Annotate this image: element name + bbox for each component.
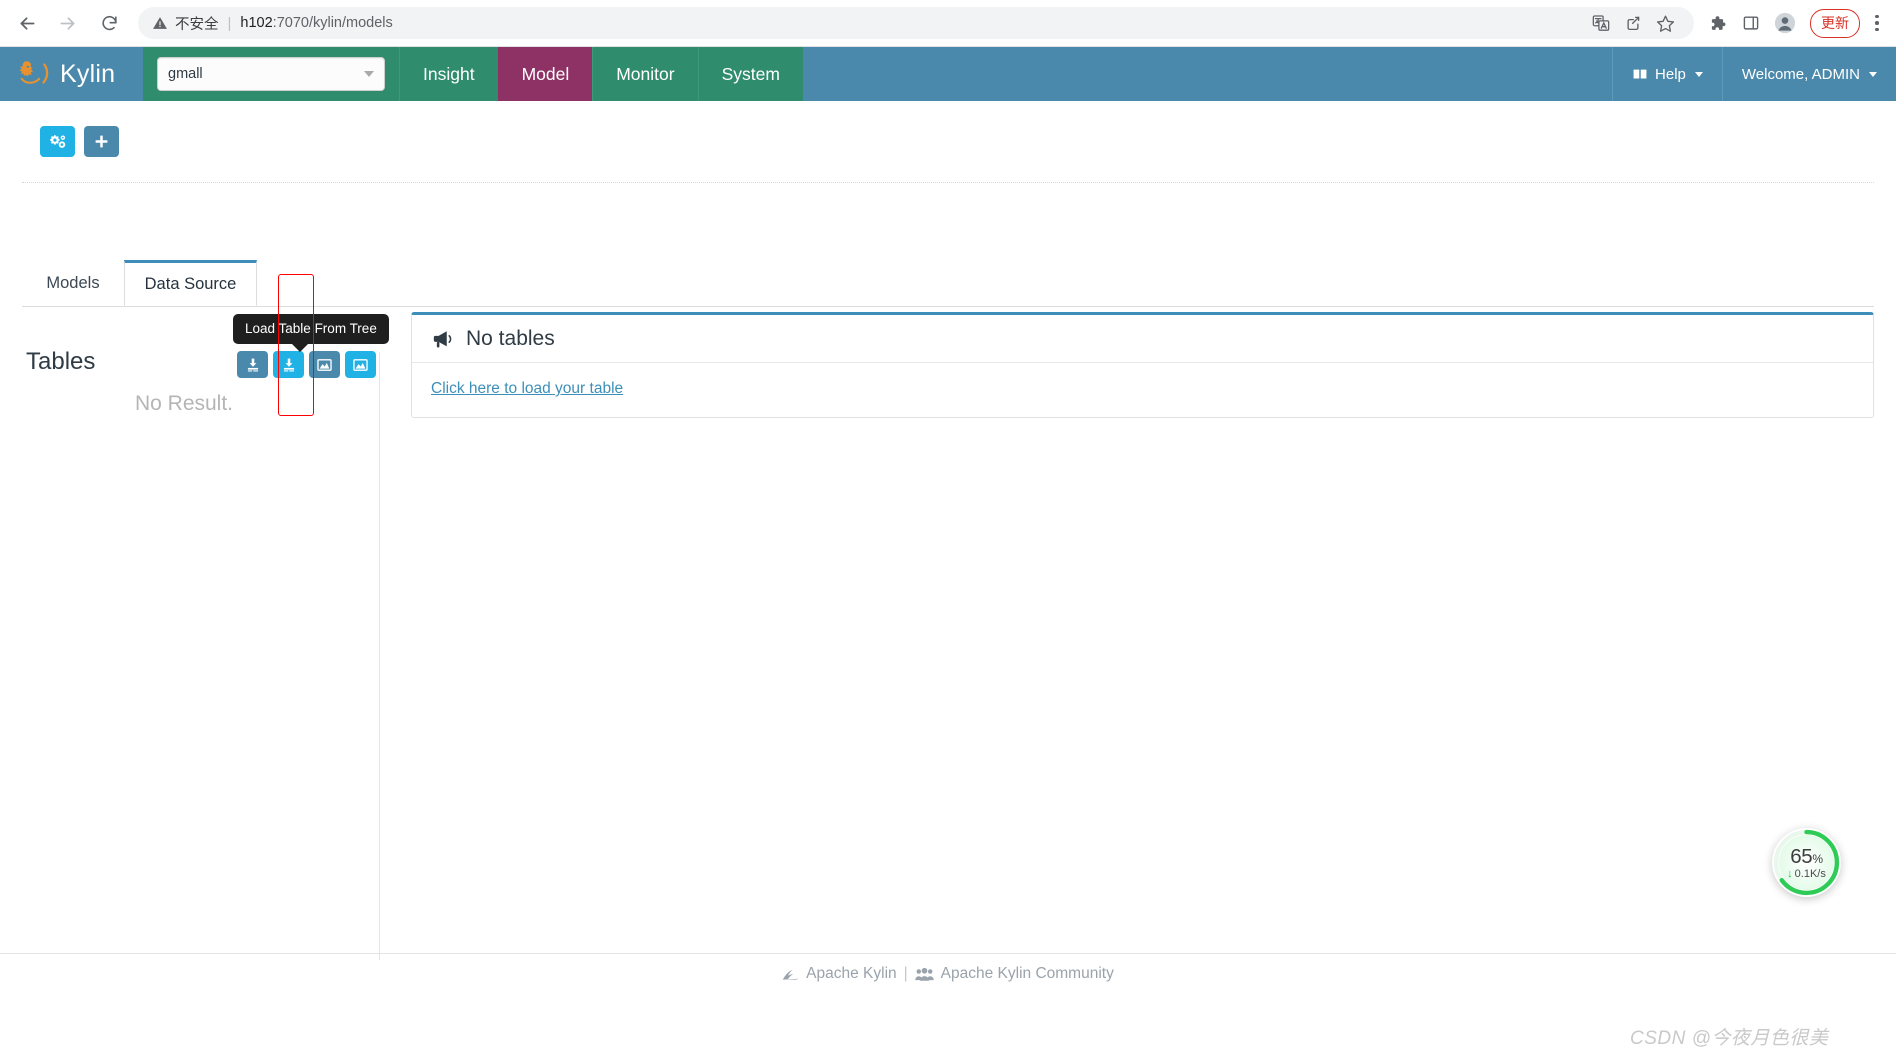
browser-reload-button[interactable]: [92, 6, 126, 40]
percent-sign: %: [1812, 852, 1823, 866]
book-icon: [1632, 68, 1648, 80]
footer-inner: Apache Kylin | Apache Kylin Community: [782, 965, 1114, 983]
load-table-from-source-button[interactable]: [237, 351, 268, 378]
extensions-puzzle-icon[interactable]: [1702, 8, 1732, 38]
project-action-toolbar: [40, 126, 119, 157]
no-tables-title: No tables: [466, 326, 555, 350]
browser-forward-button[interactable]: [50, 6, 84, 40]
cogs-icon: [50, 135, 66, 148]
manage-projects-button[interactable]: [40, 126, 75, 157]
help-label: Help: [1655, 65, 1686, 83]
help-menu[interactable]: Help: [1612, 47, 1722, 101]
content-tabbar: Models Data Source: [22, 260, 1874, 307]
project-select-value: gmall: [168, 66, 203, 82]
nav-tab-model[interactable]: Model: [497, 47, 593, 101]
project-select[interactable]: gmall: [157, 57, 385, 91]
footer-right-label[interactable]: Apache Kylin Community: [941, 965, 1114, 983]
load-streaming-table-button[interactable]: [309, 351, 340, 378]
tables-heading: Tables: [26, 348, 96, 375]
omnibox-actions: [1586, 8, 1680, 38]
load-table-from-tree-button[interactable]: [273, 351, 304, 378]
speed-percent-value: 65: [1790, 845, 1813, 868]
chart-area-icon: [317, 358, 332, 371]
chart-area-icon: [353, 358, 368, 371]
share-icon[interactable]: [1618, 8, 1648, 38]
csdn-watermark: CSDN @今夜月色很美: [1630, 1028, 1829, 1049]
speed-rate: ↓ 0.1K/s: [1787, 868, 1826, 880]
network-speed-widget[interactable]: 65% ↓ 0.1K/s: [1772, 828, 1841, 897]
community-group-icon: [914, 967, 934, 981]
profile-avatar-icon[interactable]: [1770, 8, 1800, 38]
user-menu[interactable]: Welcome, ADMIN: [1721, 47, 1896, 101]
tooltip-arrow: [291, 343, 309, 352]
no-tables-panel-body: Click here to load your table: [412, 363, 1873, 417]
footer-left-label[interactable]: Apache Kylin: [806, 965, 896, 983]
security-status-label: 不安全: [175, 16, 219, 33]
browser-toolbar-right: 更新: [1702, 8, 1896, 38]
tooltip-text: Load Table From Tree: [245, 321, 377, 336]
tab-data-source[interactable]: Data Source: [124, 260, 257, 306]
caret-down-icon: [364, 71, 374, 77]
user-label: Welcome, ADMIN: [1741, 65, 1860, 83]
project-select-wrapper: gmall: [143, 47, 399, 101]
no-tables-panel-header: No tables: [412, 315, 1873, 363]
caret-down-icon: [1869, 71, 1877, 77]
reload-icon: [101, 15, 117, 30]
kylin-nav-right: Help Welcome, ADMIN: [1612, 47, 1896, 101]
brand-title: Kylin: [60, 59, 116, 88]
three-dot-menu-icon[interactable]: [1864, 8, 1890, 38]
page-body: Models Data Source Tables No Result. Loa…: [0, 101, 1896, 1049]
kylin-logo-icon: [19, 61, 49, 84]
download-into-tray-icon: [283, 358, 294, 371]
caret-down-icon: [1694, 71, 1703, 77]
chrome-update-button[interactable]: 更新: [1810, 8, 1860, 38]
kylin-top-navbar: Kylin gmall Insight Model Monitor System…: [0, 47, 1896, 101]
url-path: :7070/kylin/models: [272, 15, 393, 31]
browser-chrome: 不安全 | h102:7070/kylin/models 更新: [0, 0, 1896, 47]
tables-action-buttons: [237, 351, 376, 378]
tables-left-panel: Tables No Result.: [22, 348, 380, 960]
download-into-tray-icon: [247, 358, 258, 371]
side-panel-icon[interactable]: [1736, 8, 1766, 38]
page-footer: Apache Kylin | Apache Kylin Community: [0, 953, 1896, 987]
no-tables-panel: No tables Click here to load your table: [411, 312, 1874, 418]
arrow-left-icon: [20, 16, 34, 30]
tab-models[interactable]: Models: [22, 260, 124, 306]
speed-rate-value: 0.1K/s: [1794, 868, 1826, 880]
arrow-right-icon: [60, 16, 74, 30]
footer-separator: |: [903, 965, 908, 982]
load-kafka-table-button[interactable]: [345, 351, 376, 378]
address-url: h102:7070/kylin/models: [240, 15, 392, 31]
tables-empty-text: No Result.: [134, 392, 234, 415]
speed-percent: 65%: [1790, 845, 1823, 869]
load-table-from-tree-tooltip: Load Table From Tree: [233, 314, 389, 352]
apache-feather-icon: [783, 968, 799, 980]
toolbar-divider: [22, 182, 1874, 183]
nav-tab-monitor[interactable]: Monitor: [592, 47, 697, 101]
translate-icon[interactable]: [1586, 8, 1616, 38]
bullhorn-icon: [433, 330, 452, 347]
download-arrow-icon: ↓: [1787, 868, 1793, 880]
bookmark-star-icon[interactable]: [1650, 8, 1680, 38]
browser-back-button[interactable]: [10, 6, 44, 40]
nav-tab-insight[interactable]: Insight: [399, 47, 498, 101]
kylin-nav-green-section: gmall Insight Model Monitor System: [143, 47, 803, 101]
load-your-table-link[interactable]: Click here to load your table: [431, 380, 623, 397]
main-content-area: No tables Click here to load your table: [411, 312, 1874, 418]
plus-icon: [95, 135, 108, 148]
speed-widget-text: 65% ↓ 0.1K/s: [1772, 828, 1841, 897]
address-separator: |: [227, 14, 232, 32]
kylin-brand[interactable]: Kylin: [0, 47, 143, 101]
url-host: h102: [240, 15, 273, 31]
nav-tab-system[interactable]: System: [697, 47, 803, 101]
address-bar[interactable]: 不安全 | h102:7070/kylin/models: [138, 7, 1694, 39]
add-project-button[interactable]: [84, 126, 119, 157]
warning-triangle-icon: [152, 15, 168, 31]
